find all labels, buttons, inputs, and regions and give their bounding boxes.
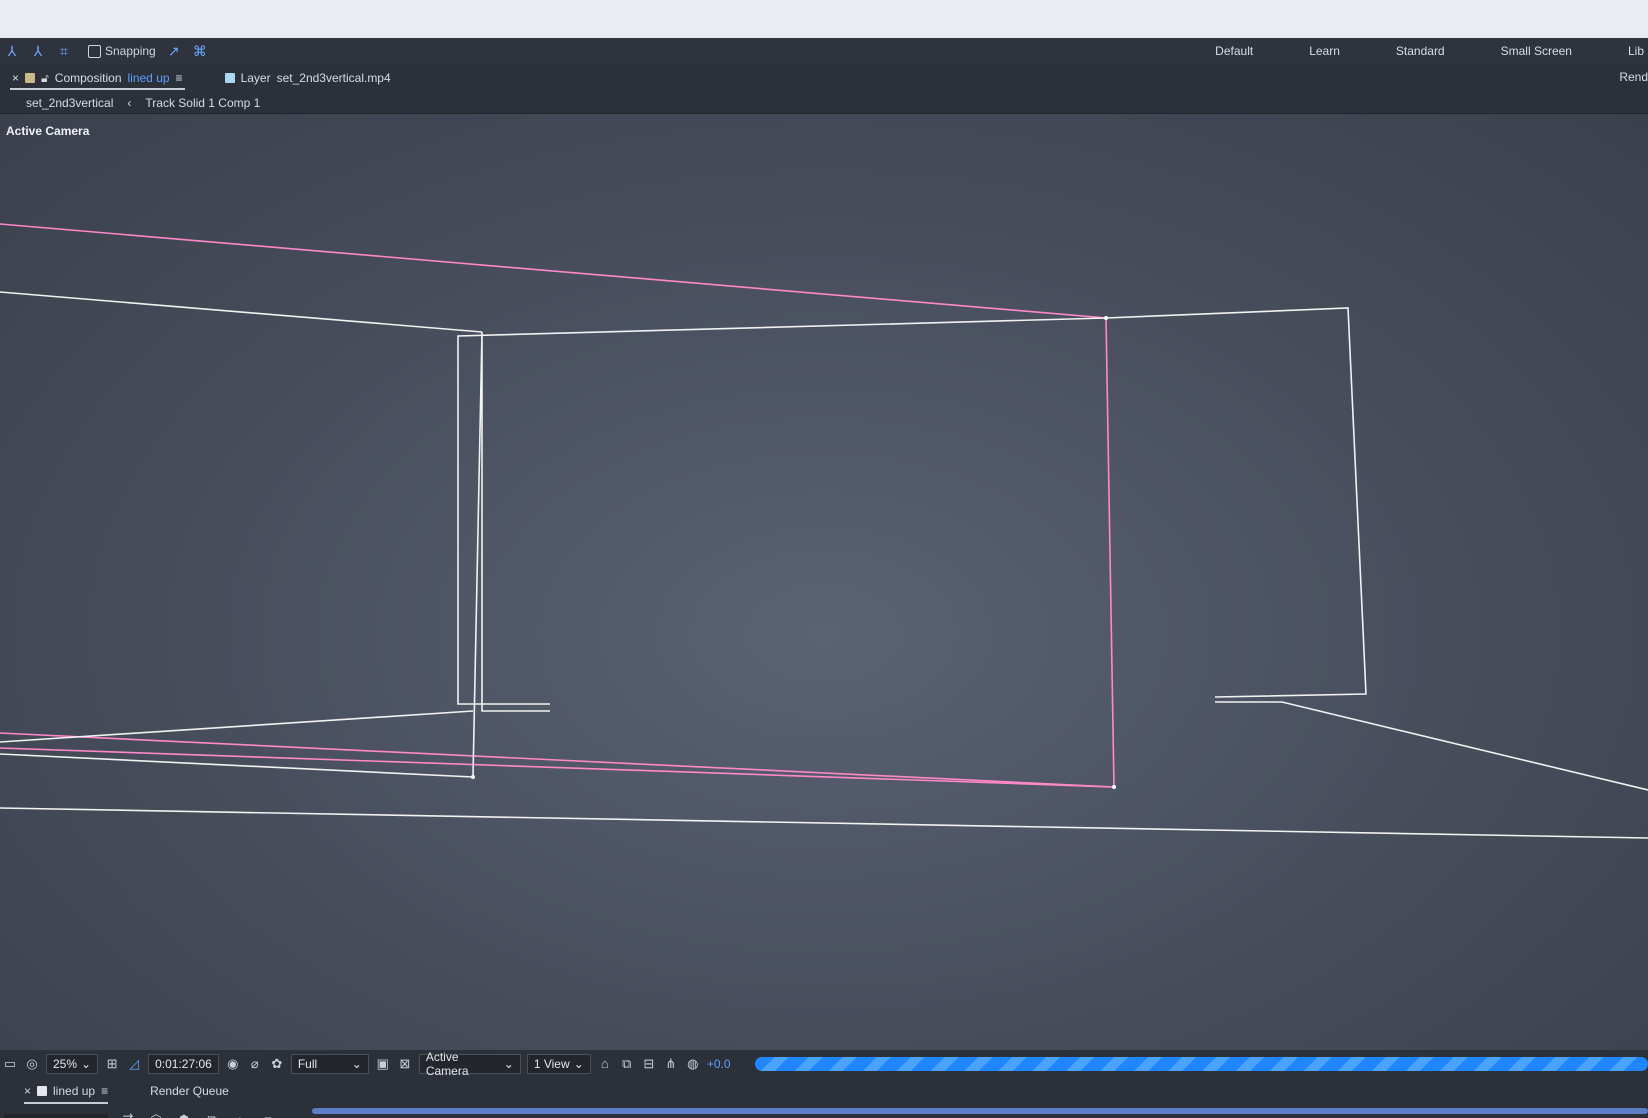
- wireframe-line: [0, 753, 474, 778]
- tab-composition-prefix: Composition: [54, 71, 122, 85]
- breadcrumb-item[interactable]: set_2nd3vertical: [26, 96, 113, 110]
- chevron-down-icon: ⌄: [81, 1057, 92, 1071]
- snapping-checkbox[interactable]: [88, 44, 101, 58]
- frame-blending-icon[interactable]: ⧉: [204, 1112, 220, 1118]
- transparency-grid-icon[interactable]: ⊠: [397, 1056, 413, 1072]
- wireframe-panel-left: [457, 317, 1107, 705]
- graph-editor-icon[interactable]: ⧄: [260, 1112, 276, 1118]
- flowchart-icon[interactable]: ⋔: [663, 1056, 679, 1072]
- timeline-switches: ⇶ ⬡ ☗ ⧉ ◐ ⧄: [120, 1112, 276, 1118]
- wireframe-line: [0, 291, 483, 333]
- timeline-search-input[interactable]: [4, 1114, 108, 1118]
- camera-view-select[interactable]: Active Camera ⌄: [418, 1050, 521, 1078]
- camera-snapshot-icon[interactable]: ◉: [225, 1056, 241, 1072]
- render-progress-bar: [754, 1057, 1648, 1071]
- show-snapshot-icon[interactable]: ⌀: [247, 1056, 263, 1072]
- timeline-tab-row: × lined up ≡ Render Queue: [0, 1078, 1648, 1104]
- composition-viewer[interactable]: Active Camera: [0, 114, 1648, 1059]
- chevron-down-icon: ⌄: [573, 1057, 584, 1071]
- reset-exposure-icon[interactable]: ◍: [685, 1056, 701, 1072]
- panel-menu-icon[interactable]: ≡: [101, 1084, 108, 1098]
- region-of-interest-icon[interactable]: ▣: [375, 1056, 391, 1072]
- timeline-tab-name: lined up: [53, 1084, 96, 1098]
- tab-layer-name: set_2nd3vertical.mp4: [276, 71, 391, 85]
- panel-menu-icon[interactable]: ≡: [176, 71, 183, 85]
- vr-icon[interactable]: ◎: [24, 1056, 40, 1072]
- snapping-label: Snapping: [105, 44, 156, 58]
- close-icon[interactable]: ×: [12, 71, 19, 85]
- viewer-footer: ▭ ◎ 25% ⌄ ⊞ ◿ 0:01:27:06 ◉ ⌀ ✿ Full ⌄ ▣ …: [0, 1050, 1648, 1078]
- close-icon[interactable]: ×: [24, 1084, 31, 1098]
- motion-blur-icon[interactable]: ◐: [232, 1112, 248, 1118]
- wireframe-line: [0, 710, 474, 743]
- anchor-point: [1112, 785, 1116, 789]
- workspace-libraries[interactable]: Lib: [1600, 44, 1648, 58]
- chevron-down-icon: ⌄: [503, 1057, 514, 1071]
- wireframe-floor: [0, 807, 1648, 839]
- tab-timeline-composition[interactable]: × lined up ≡: [24, 1084, 109, 1104]
- panel-tab-row: × 🔓︎ Composition lined up ≡ Layer set_2n…: [0, 64, 1648, 93]
- grid-snap-icon[interactable]: ⌘: [192, 43, 208, 59]
- tab-render-queue[interactable]: Render Queue: [150, 1084, 229, 1098]
- workspace-learn[interactable]: Learn: [1281, 44, 1368, 58]
- anchor-point: [1104, 316, 1108, 320]
- resolution-value: Full: [297, 1057, 318, 1071]
- selected-layer-outline: [0, 223, 1115, 788]
- view-layout-value: 1 View: [533, 1057, 570, 1071]
- comp-flowchart-icon[interactable]: ⇶: [120, 1112, 136, 1118]
- render-panel-label[interactable]: Rend: [1619, 70, 1648, 84]
- after-effects-window: ⅄ ⅄ ⌗ Snapping ↗ ⌘ Default Learn Standar…: [0, 38, 1648, 1118]
- axis-world-icon[interactable]: ⅄: [30, 43, 46, 59]
- tab-layer[interactable]: Layer set_2nd3vertical.mp4: [213, 64, 403, 92]
- chevron-left-icon: ‹: [127, 95, 132, 110]
- color-channels-icon[interactable]: ✿: [269, 1056, 285, 1072]
- snapping-toggle[interactable]: Snapping: [88, 44, 156, 58]
- layer-wireframes: [0, 223, 1648, 839]
- timeline-toggle-icon[interactable]: ⊟: [641, 1056, 657, 1072]
- camera-view-value: Active Camera: [425, 1050, 469, 1078]
- work-area-bar[interactable]: [312, 1108, 1648, 1114]
- composition-color-swatch: [37, 1086, 48, 1096]
- draft-3d-icon[interactable]: ⬡: [148, 1112, 164, 1118]
- workspace-default[interactable]: Default: [1187, 44, 1281, 58]
- wireframe-panel-left-inner: [472, 331, 550, 778]
- zoom-value: 25%: [53, 1057, 78, 1071]
- wireframe-floor-right: [1215, 701, 1648, 791]
- tool-group: ⅄ ⅄ ⌗ Snapping ↗ ⌘: [0, 38, 208, 64]
- chevron-down-icon: ⌄: [351, 1057, 362, 1071]
- render-queue-label: Render Queue: [150, 1084, 229, 1098]
- zoom-select[interactable]: 25% ⌄: [46, 1054, 99, 1074]
- lock-icon[interactable]: 🔓︎: [41, 71, 49, 86]
- anchor-point: [471, 775, 475, 779]
- timeline-panel: × lined up ≡ Render Queue ⇶ ⬡ ☗ ⧉ ◐ ⧄ 08…: [0, 1078, 1648, 1118]
- layer-color-swatch: [224, 73, 235, 83]
- composition-color-swatch: [25, 73, 36, 83]
- breadcrumb-item[interactable]: Track Solid 1 Comp 1: [145, 96, 260, 110]
- exposure-value[interactable]: +0.0: [707, 1057, 731, 1071]
- workspace-switcher: Default Learn Standard Small Screen Lib: [1187, 38, 1648, 64]
- current-time-field[interactable]: 0:01:27:06: [148, 1054, 219, 1074]
- axis-local-icon[interactable]: ⅄: [4, 43, 20, 59]
- tab-composition[interactable]: × 🔓︎ Composition lined up ≡: [0, 64, 195, 92]
- snap-options-icon[interactable]: ↗: [166, 43, 182, 59]
- wireframe-panel-right: [1105, 307, 1367, 698]
- workspace-small-screen[interactable]: Small Screen: [1473, 44, 1600, 58]
- always-preview-icon[interactable]: ▭: [2, 1056, 18, 1072]
- breadcrumb: set_2nd3vertical ‹ Track Solid 1 Comp 1: [0, 92, 1648, 114]
- time-ruler[interactable]: 08f10f12f14f16f18f20f22f28:00f02f04f06f0…: [312, 1104, 1648, 1118]
- current-timecode: 0:01:27:06: [155, 1057, 212, 1071]
- selected-layer-edge: [0, 732, 1115, 788]
- shy-layers-icon[interactable]: ☗: [176, 1112, 192, 1118]
- fast-previews-icon[interactable]: ⧉: [619, 1056, 635, 1072]
- safe-zones-icon[interactable]: ⊞: [104, 1056, 120, 1072]
- toggle-pixel-aspect-icon[interactable]: ⌂: [597, 1056, 613, 1072]
- mask-visibility-icon[interactable]: ◿: [126, 1056, 142, 1072]
- workspace-bar: ⅄ ⅄ ⌗ Snapping ↗ ⌘ Default Learn Standar…: [0, 38, 1648, 64]
- axis-view-icon[interactable]: ⌗: [56, 43, 72, 59]
- tab-composition-name: lined up: [127, 71, 170, 85]
- view-layout-select[interactable]: 1 View ⌄: [526, 1054, 591, 1074]
- workspace-standard[interactable]: Standard: [1368, 44, 1473, 58]
- resolution-select[interactable]: Full ⌄: [290, 1054, 369, 1074]
- tab-layer-prefix: Layer: [240, 71, 271, 85]
